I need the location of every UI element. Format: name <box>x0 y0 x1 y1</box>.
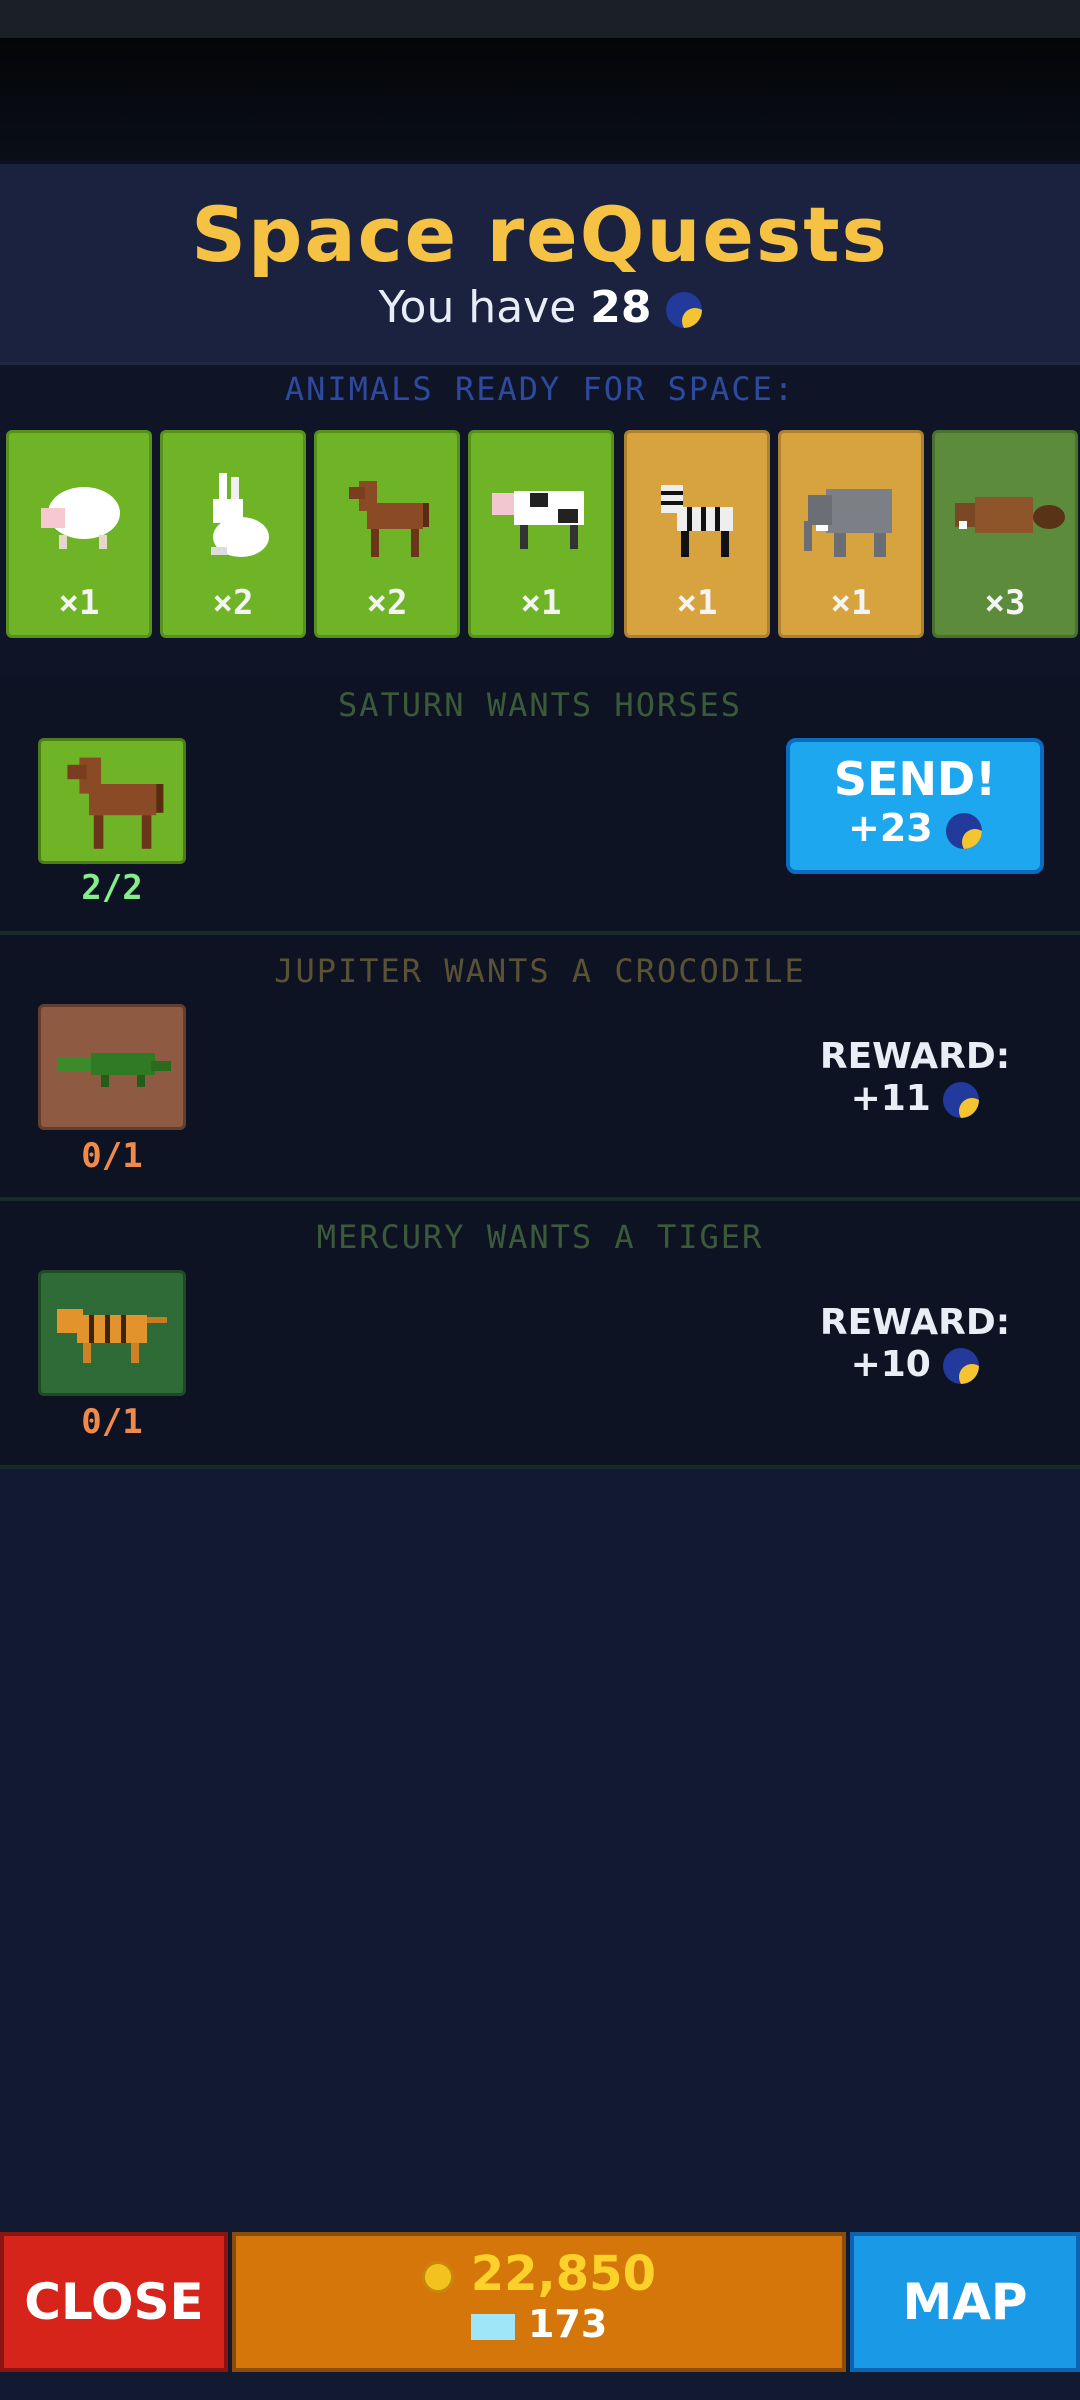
animal-count: ×2 <box>366 583 408 623</box>
page-title: Space reQuests <box>191 190 889 279</box>
moon-currency-icon <box>943 1348 980 1384</box>
crocodile-icon <box>57 1053 171 1087</box>
currency-amount: 28 <box>590 282 652 333</box>
close-button[interactable]: CLOSE <box>0 2232 228 2372</box>
reward-label: REWARD: <box>819 1036 1011 1077</box>
sheep-icon <box>41 487 120 549</box>
reward-value: +10 <box>760 1344 1070 1385</box>
animal-card-rabbit[interactable]: ×2 <box>160 430 306 638</box>
ticket-amount: 173 <box>527 2302 608 2346</box>
ready-animals-title: ANIMALS READY FOR SPACE: <box>284 370 796 408</box>
requested-animal-tile <box>38 1004 186 1130</box>
request-title: MERCURY WANTS A TIGER <box>316 1218 764 1256</box>
coin-balance: 22,850 <box>236 2246 842 2302</box>
animal-count: ×1 <box>830 583 872 623</box>
tiger-icon <box>57 1309 167 1363</box>
ticket-balance: 173 <box>236 2302 842 2346</box>
request-progress: 0/1 <box>81 1136 143 1176</box>
reward-value: +11 <box>760 1078 1070 1119</box>
animal-count: ×2 <box>212 583 254 623</box>
reward-amount: +11 <box>850 1078 931 1119</box>
send-button[interactable]: SEND! +23 <box>786 738 1044 874</box>
animal-card-elephant[interactable]: ×1 <box>778 430 924 638</box>
reward-amount: +10 <box>850 1344 931 1385</box>
coin-amount: 22,850 <box>470 2246 656 2302</box>
animal-card-zebra[interactable]: ×1 <box>624 430 770 638</box>
send-label: SEND! <box>833 752 997 806</box>
horse-icon <box>67 757 164 849</box>
send-reward: +23 <box>790 806 1040 850</box>
request-progress: 0/1 <box>81 1402 143 1442</box>
request-title: JUPITER WANTS A CROCODILE <box>274 952 806 990</box>
zebra-icon <box>661 485 733 557</box>
reward-amount: +23 <box>848 806 933 850</box>
elephant-icon <box>804 489 892 557</box>
moon-currency-icon <box>943 1082 980 1118</box>
animal-card-sheep[interactable]: ×1 <box>6 430 152 638</box>
animal-card-beaver[interactable]: ×3 <box>932 430 1078 638</box>
beaver-icon <box>955 497 1065 533</box>
animal-card-cow[interactable]: ×1 <box>468 430 614 638</box>
cow-icon <box>492 491 584 549</box>
horse-icon <box>349 481 429 557</box>
requested-animal-tile <box>38 1270 186 1396</box>
coin-icon <box>422 2261 455 2293</box>
currency-summary: You have 28 <box>0 282 1080 333</box>
status-bar <box>0 0 1080 38</box>
moon-currency-icon <box>665 292 702 328</box>
moon-currency-icon <box>945 812 982 849</box>
animal-card-horse[interactable]: ×2 <box>314 430 460 638</box>
animal-count: ×3 <box>984 583 1026 623</box>
map-button[interactable]: MAP <box>850 2232 1080 2372</box>
requested-animal-tile <box>38 738 186 864</box>
wallet-panel: 22,850 173 <box>232 2232 846 2372</box>
animal-count: ×1 <box>58 583 100 623</box>
request-progress: 2/2 <box>81 868 143 908</box>
ticket-icon <box>470 2313 515 2340</box>
animal-count: ×1 <box>676 583 718 623</box>
animal-count: ×1 <box>520 583 562 623</box>
space-backdrop <box>0 38 1080 160</box>
reward-label: REWARD: <box>819 1302 1011 1343</box>
request-title: SATURN WANTS HORSES <box>337 686 743 724</box>
currency-prefix: You have <box>378 282 577 333</box>
rabbit-icon <box>211 473 269 557</box>
